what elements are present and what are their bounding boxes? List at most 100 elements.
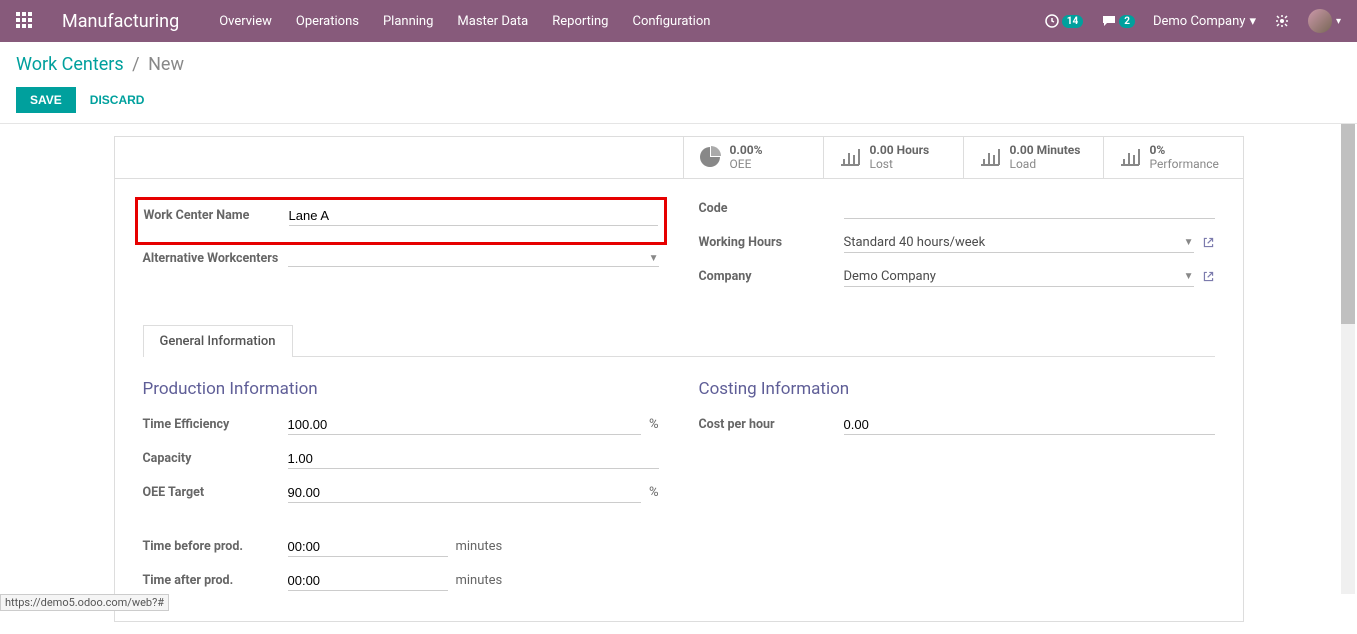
company-label: Company [699, 269, 844, 284]
production-col: Production Information Time Efficiency %… [143, 357, 659, 603]
stat-label: OEE [730, 157, 763, 171]
nav-operations[interactable]: Operations [296, 14, 359, 29]
chevron-down-icon: ▾ [1249, 14, 1256, 29]
alt-workcenters-select[interactable]: ▼ [288, 251, 659, 267]
app-title: Manufacturing [62, 11, 179, 32]
top-fields: Work Center Name Alternative Workcenters… [143, 197, 1215, 299]
time-after-unit: minutes [456, 573, 503, 588]
breadcrumb: Work Centers / New [16, 54, 1341, 75]
pie-icon [698, 145, 722, 169]
stat-lost[interactable]: 0.00 Hours Lost [823, 137, 963, 178]
chevron-down-icon: ▼ [649, 253, 659, 264]
field-time-efficiency: Time Efficiency % [143, 413, 659, 437]
nav-reporting[interactable]: Reporting [552, 14, 608, 29]
costing-col: Costing Information Cost per hour [699, 357, 1215, 603]
debug-icon[interactable] [1274, 13, 1290, 29]
company-selector[interactable]: Demo Company ▾ [1153, 14, 1256, 29]
nav-menu: Overview Operations Planning Master Data… [219, 14, 1044, 29]
tab-general-information[interactable]: General Information [143, 325, 293, 357]
stat-value: 0.00 Minutes [1010, 143, 1081, 157]
chevron-down-icon: ▾ [1336, 16, 1341, 27]
time-before-input[interactable] [288, 537, 448, 557]
stat-label: Lost [870, 157, 930, 171]
company-select[interactable]: Demo Company ▼ [844, 267, 1194, 287]
capacity-label: Capacity [143, 451, 288, 466]
nav-right: 14 2 Demo Company ▾ ▾ [1044, 9, 1341, 33]
scrollbar[interactable] [1341, 124, 1355, 594]
stat-bar: 0.00% OEE 0.00 Hours Lost 0.00 Minutes L… [115, 137, 1243, 179]
bar-icon [1118, 145, 1142, 169]
field-alt-workcenters: Alternative Workcenters ▼ [143, 251, 659, 275]
left-col: Work Center Name Alternative Workcenters… [143, 197, 659, 299]
clock-icon [1044, 13, 1060, 29]
nav-planning[interactable]: Planning [383, 14, 433, 29]
field-capacity: Capacity [143, 447, 659, 471]
chat-icon [1101, 13, 1117, 29]
scroll-thumb[interactable] [1341, 124, 1355, 324]
messages-count: 2 [1119, 15, 1135, 28]
field-company: Company Demo Company ▼ [699, 265, 1215, 289]
working-hours-select[interactable]: Standard 40 hours/week ▼ [844, 233, 1194, 253]
time-efficiency-input[interactable] [288, 415, 641, 435]
user-menu[interactable]: ▾ [1308, 9, 1341, 33]
avatar [1308, 9, 1332, 33]
work-center-name-input[interactable] [289, 206, 658, 226]
stat-value: 0.00 Hours [870, 143, 930, 157]
bar-icon [838, 145, 862, 169]
bar-icon [978, 145, 1002, 169]
tab-content: Production Information Time Efficiency %… [143, 357, 1215, 603]
tabs: General Information [143, 325, 1215, 357]
messages-button[interactable]: 2 [1101, 13, 1135, 29]
highlight-box: Work Center Name [135, 197, 667, 245]
capacity-input[interactable] [288, 449, 659, 469]
time-after-label: Time after prod. [143, 573, 288, 588]
stat-value: 0% [1150, 143, 1219, 157]
content-wrap: 0.00% OEE 0.00 Hours Lost 0.00 Minutes L… [0, 124, 1357, 634]
stat-load[interactable]: 0.00 Minutes Load [963, 137, 1103, 178]
chevron-down-icon: ▼ [1184, 237, 1194, 248]
stat-performance[interactable]: 0% Performance [1103, 137, 1243, 178]
alt-workcenters-label: Alternative Workcenters [143, 251, 288, 267]
status-url: https://demo5.odoo.com/web?# [0, 594, 169, 611]
breadcrumb-sep: / [132, 54, 139, 75]
field-oee-target: OEE Target % [143, 481, 659, 505]
external-link-icon[interactable] [1202, 236, 1215, 249]
nav-configuration[interactable]: Configuration [632, 14, 710, 29]
activities-button[interactable]: 14 [1044, 13, 1083, 29]
control-bar: Work Centers / New SAVE DISCARD [0, 42, 1357, 124]
company-name: Demo Company [1153, 14, 1245, 29]
button-row: SAVE DISCARD [16, 87, 1341, 123]
top-nav: Manufacturing Overview Operations Planni… [0, 0, 1357, 42]
field-time-before: Time before prod. minutes [143, 535, 659, 559]
form-sheet: 0.00% OEE 0.00 Hours Lost 0.00 Minutes L… [114, 136, 1244, 622]
time-after-input[interactable] [288, 571, 448, 591]
breadcrumb-parent[interactable]: Work Centers [16, 54, 124, 75]
costing-title: Costing Information [699, 379, 1215, 399]
field-time-after: Time after prod. minutes [143, 569, 659, 593]
discard-button[interactable]: DISCARD [90, 93, 145, 107]
time-efficiency-label: Time Efficiency [143, 417, 288, 432]
apps-icon[interactable] [16, 12, 34, 30]
right-col: Code Working Hours Standard 40 hours/wee… [699, 197, 1215, 299]
working-hours-label: Working Hours [699, 235, 844, 250]
stat-value: 0.00% [730, 143, 763, 157]
nav-master-data[interactable]: Master Data [457, 14, 528, 29]
save-button[interactable]: SAVE [16, 87, 76, 113]
activities-count: 14 [1062, 15, 1083, 28]
work-center-name-label: Work Center Name [144, 208, 289, 223]
breadcrumb-current: New [148, 54, 184, 75]
code-input[interactable] [844, 199, 1215, 219]
code-label: Code [699, 201, 844, 216]
field-working-hours: Working Hours Standard 40 hours/week ▼ [699, 231, 1215, 255]
oee-target-label: OEE Target [143, 485, 288, 500]
external-link-icon[interactable] [1202, 270, 1215, 283]
cost-per-hour-input[interactable] [844, 415, 1215, 435]
working-hours-value: Standard 40 hours/week [844, 235, 986, 250]
stat-oee[interactable]: 0.00% OEE [683, 137, 823, 178]
oee-target-input[interactable] [288, 483, 641, 503]
sheet-body: Work Center Name Alternative Workcenters… [115, 179, 1243, 621]
field-code: Code [699, 197, 1215, 221]
nav-overview[interactable]: Overview [219, 14, 272, 29]
chevron-down-icon: ▼ [1184, 271, 1194, 282]
time-before-label: Time before prod. [143, 539, 288, 554]
